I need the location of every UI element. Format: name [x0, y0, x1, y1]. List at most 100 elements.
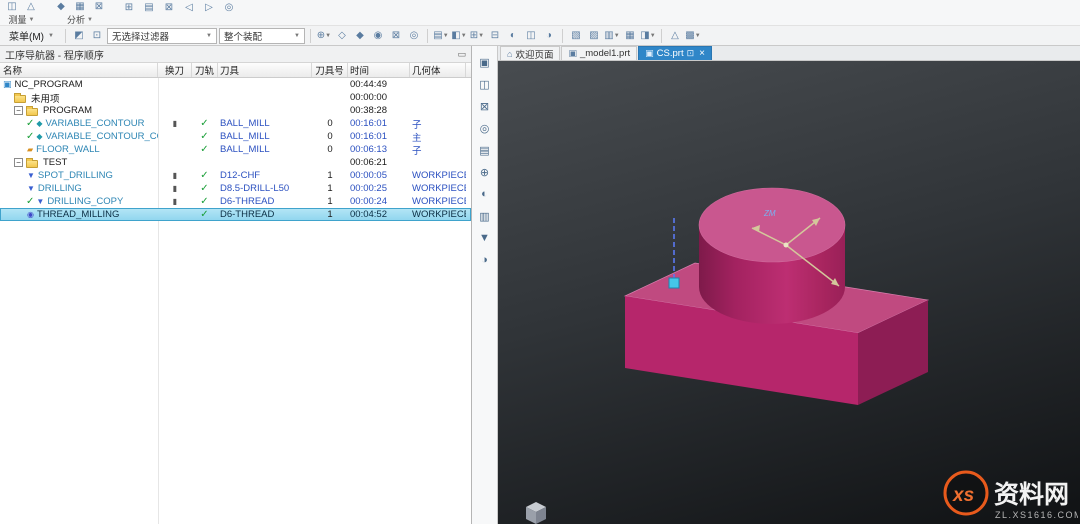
measure-distance-icon[interactable]: ◫ [4, 0, 20, 13]
cell-time: 00:04:52 [348, 208, 410, 221]
column-header-2[interactable]: 换刀 [158, 63, 192, 77]
tree-row-test[interactable]: −TEST00:06:21 [0, 156, 471, 169]
view-cube[interactable] [526, 502, 546, 524]
rotate-view-icon[interactable]: ◑ [541, 29, 557, 42]
deviation-check-icon[interactable]: ⊠ [91, 0, 107, 13]
curve-analysis-icon[interactable]: ◆ [53, 0, 69, 13]
cell-tool: BALL_MILL [218, 143, 312, 156]
cell-tool-number [312, 104, 348, 117]
undo-icon[interactable]: ◁ [181, 1, 197, 14]
tree-row-variable-contour[interactable]: ✓◆VARIABLE_CONTOUR▮✓BALL_MILL000:16:01子 [0, 117, 471, 130]
web-browser-icon[interactable]: ⊕ [476, 164, 493, 180]
measure-group-label[interactable]: 测量▼ [9, 13, 35, 26]
measure-tool-icon[interactable]: △ [667, 29, 683, 42]
marquee-select-icon[interactable]: ⊡ [89, 29, 105, 42]
cell-name: ✓◆VARIABLE_CONTOUR [0, 117, 158, 130]
analysis-group-label[interactable]: 分析▼ [67, 13, 93, 26]
tool-axis-handle[interactable] [669, 278, 679, 288]
cell-tool [218, 78, 312, 91]
cell-tool-number: 1 [312, 182, 348, 195]
cell-tool-number: 0 [312, 143, 348, 156]
end-point-icon[interactable]: ◆ [352, 29, 368, 42]
tree-row-spot-drilling[interactable]: ▼SPOT_DRILLING▮✓D12-CHF100:00:05WORKPIEC… [0, 169, 471, 182]
tree-row-nc-program[interactable]: ▣NC_PROGRAM00:44:49 [0, 78, 471, 91]
orient-view-icon[interactable]: ⊞▼ [469, 29, 485, 42]
tree-row-未用项[interactable]: 未用项00:00:00 [0, 91, 471, 104]
process-studio-icon[interactable]: ▥ [476, 208, 493, 224]
more-tools-icon[interactable]: ▩▼ [685, 29, 701, 42]
cell-geometry: 子 [410, 143, 466, 156]
tab-cs-prt[interactable]: ▣CS.prt⊡× [638, 46, 712, 60]
drill-operation-icon: ▼ [27, 184, 35, 193]
navigator-title-bar: 工序导航器 - 程序顺序 ▭ [0, 46, 471, 63]
column-header-7[interactable]: 几何体 [410, 63, 466, 77]
view-menu-icon[interactable]: ▤▼ [433, 29, 449, 42]
history-icon[interactable]: ◐ [476, 186, 493, 202]
constraint-navigator-icon[interactable]: ◫ [476, 76, 493, 92]
copy-icon[interactable]: ⊞ [121, 1, 137, 14]
reuse-library-icon[interactable]: ◎ [476, 120, 493, 136]
edit-section-icon[interactable]: ▨ [586, 29, 602, 42]
tree-row-drilling[interactable]: ▼DRILLING▮✓D8.5-DRILL-L50100:00:25WORKPI… [0, 182, 471, 195]
program-root-icon: ▣ [3, 79, 12, 90]
manufacturing-wizard-icon[interactable]: ▼ [476, 230, 493, 246]
column-header-3[interactable]: 刀轨 [192, 63, 218, 77]
part-icon: ▣ [645, 48, 654, 59]
render-style-icon[interactable]: ◧▼ [451, 29, 467, 42]
floorwall-operation-icon: ▰ [27, 145, 33, 154]
assembly-navigator-icon[interactable]: ▣ [476, 54, 493, 70]
tree-row-program[interactable]: −PROGRAM00:38:28 [0, 104, 471, 117]
snap-point-icon[interactable]: ⊕▼ [316, 29, 332, 42]
tree-row-drilling-copy[interactable]: ✓▼DRILLING_COPY▮✓D6-THREAD100:00:24WORKP… [0, 195, 471, 208]
delete-icon[interactable]: ⊠ [161, 1, 177, 14]
paste-icon[interactable]: ▤ [141, 1, 157, 14]
cell-tool [218, 156, 312, 169]
cell-tool [218, 91, 312, 104]
refresh-icon[interactable]: ◎ [221, 1, 237, 14]
status-check-icon: ✓ [26, 131, 34, 142]
surface-analysis-icon[interactable]: ▦ [72, 0, 88, 13]
cell-tool-change [158, 208, 192, 221]
intersection-icon[interactable]: ⊠ [388, 29, 404, 42]
layer-settings-icon[interactable]: ▦ [622, 29, 638, 42]
part-navigator-icon[interactable]: ⊠ [476, 98, 493, 114]
column-header-5[interactable]: 刀具号 [312, 63, 348, 77]
tool-change-icon: ▮ [173, 119, 177, 128]
zoom-view-icon[interactable]: ◐ [505, 29, 521, 42]
redo-icon[interactable]: ▷ [201, 1, 217, 14]
roles-icon[interactable]: ◑ [476, 252, 493, 268]
measure-angle-icon[interactable]: △ [23, 0, 39, 13]
column-header-6[interactable]: 时间 [348, 63, 410, 77]
fit-view-icon[interactable]: ⊟ [487, 29, 503, 42]
selection-filter-dropdown[interactable]: 无选择过滤器 ▼ [107, 28, 217, 44]
window-icon[interactable]: ▥▼ [604, 29, 620, 42]
tab-menu-icon[interactable]: ⊡ [687, 48, 695, 59]
cell-name: ▰FLOOR_WALL [0, 143, 158, 156]
float-panel-icon[interactable]: ▭ [457, 49, 466, 60]
tree-row-floor-wall[interactable]: ▰FLOOR_WALL✓BALL_MILL000:06:13子 [0, 143, 471, 156]
show-hide-icon[interactable]: ▧ [568, 29, 584, 42]
selection-filter-value: 无选择过滤器 [112, 29, 169, 43]
cell-tool-change [158, 104, 192, 117]
tree-row-thread-milling[interactable]: ◉THREAD_MILLING✓D6-THREAD100:04:52WORKPI… [0, 208, 471, 221]
cell-name: ▣NC_PROGRAM [0, 78, 158, 91]
display-mode-icon[interactable]: ◨▼ [640, 29, 656, 42]
pan-view-icon[interactable]: ◫ [523, 29, 539, 42]
midpoint-icon[interactable]: ◉ [370, 29, 386, 42]
home-icon: ⌂ [507, 49, 512, 59]
menu-button[interactable]: 菜单(M) ▼ [3, 27, 60, 44]
column-header-4[interactable]: 刀具 [218, 63, 312, 77]
close-tab-icon[interactable]: × [699, 48, 705, 59]
expander-icon[interactable]: − [14, 158, 23, 167]
center-point-icon[interactable]: ◎ [406, 29, 422, 42]
tree-row-variable-contour-copy[interactable]: ✓◆VARIABLE_CONTOUR_COPY✓BALL_MILL000:16:… [0, 130, 471, 143]
expander-icon[interactable]: − [14, 106, 23, 115]
selection-scope-dropdown[interactable]: 整个装配 ▼ [219, 28, 305, 44]
cell-geometry: 子 [410, 117, 466, 130]
tab-欢迎页面[interactable]: ⌂欢迎页面 [500, 46, 560, 60]
hand-select-icon[interactable]: ◩ [71, 29, 87, 42]
point-on-curve-icon[interactable]: ◇ [334, 29, 350, 42]
tab--model1-prt[interactable]: ▣_model1.prt [561, 46, 637, 60]
hd3d-tool-icon[interactable]: ▤ [476, 142, 493, 158]
column-header-1[interactable]: 名称 [0, 63, 158, 77]
